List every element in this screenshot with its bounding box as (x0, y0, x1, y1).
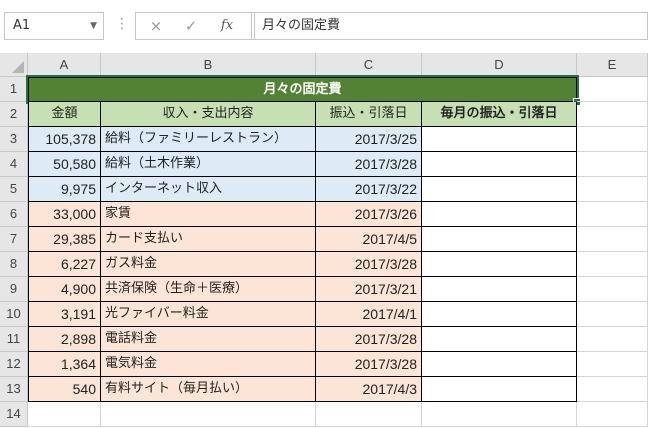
date-cell[interactable]: 2017/3/28 (316, 252, 422, 277)
name-box[interactable]: A1 ▼ (4, 12, 104, 40)
cell-e6[interactable] (577, 202, 648, 227)
amount-cell[interactable]: 4,900 (28, 277, 101, 302)
row-header-1[interactable]: 1 (0, 77, 28, 102)
cell-e5[interactable] (577, 177, 648, 202)
header-date[interactable]: 振込・引落日 (316, 102, 422, 127)
title-cell[interactable]: 月々の固定費 (26, 75, 579, 104)
column-header-c[interactable]: C (316, 53, 422, 77)
date-cell[interactable]: 2017/3/26 (316, 202, 422, 227)
item-cell[interactable]: 給料（ファミリーレストラン） (101, 127, 316, 152)
row-header-13[interactable]: 13 (0, 377, 28, 402)
header-monthly-date[interactable]: 毎月の振込・引落日 (422, 102, 577, 127)
cancel-icon[interactable]: × (141, 12, 171, 40)
monthly-date-cell[interactable] (422, 302, 577, 327)
row-header-4[interactable]: 4 (0, 152, 28, 177)
row-header-9[interactable]: 9 (0, 277, 28, 302)
row-header-8[interactable]: 8 (0, 252, 28, 277)
cell-e8[interactable] (577, 252, 648, 277)
item-cell[interactable]: 光ファイバー料金 (101, 302, 316, 327)
cell-a14[interactable] (28, 402, 101, 427)
cell-e11[interactable] (577, 327, 648, 352)
item-cell[interactable]: ガス料金 (101, 252, 316, 277)
item-cell[interactable]: 共済保険（生命＋医療） (101, 277, 316, 302)
amount-cell[interactable]: 29,385 (28, 227, 101, 252)
date-cell[interactable]: 2017/4/3 (316, 377, 422, 402)
date-cell[interactable]: 2017/4/1 (316, 302, 422, 327)
cell-d14[interactable] (422, 402, 577, 427)
header-amount[interactable]: 金額 (28, 102, 101, 127)
monthly-date-cell[interactable] (422, 352, 577, 377)
cell-e7[interactable] (577, 227, 648, 252)
cell-e10[interactable] (577, 302, 648, 327)
column-header-d[interactable]: D (422, 53, 577, 77)
row-header-14[interactable]: 14 (0, 402, 28, 427)
confirm-icon[interactable]: ✓ (176, 12, 206, 40)
cell-b14[interactable] (101, 402, 316, 427)
item-cell[interactable]: 電気料金 (101, 352, 316, 377)
monthly-date-cell[interactable] (422, 127, 577, 152)
amount-cell[interactable]: 50,580 (28, 152, 101, 177)
cell-e4[interactable] (577, 152, 648, 177)
row-header-12[interactable]: 12 (0, 352, 28, 377)
date-cell[interactable]: 2017/3/22 (316, 177, 422, 202)
item-cell[interactable]: 電話料金 (101, 327, 316, 352)
amount-cell[interactable]: 1,364 (28, 352, 101, 377)
chevron-down-icon[interactable]: ▼ (90, 13, 97, 39)
cell-e2[interactable] (577, 102, 648, 127)
monthly-date-cell[interactable] (422, 377, 577, 402)
cell-c14[interactable] (316, 402, 422, 427)
monthly-date-cell[interactable] (422, 327, 577, 352)
column-header-a[interactable]: A (28, 53, 101, 77)
amount-cell[interactable]: 105,378 (28, 127, 101, 152)
amount-cell[interactable]: 540 (28, 377, 101, 402)
cell-e13[interactable] (577, 377, 648, 402)
amount-cell[interactable]: 33,000 (28, 202, 101, 227)
column-header-e[interactable]: E (577, 53, 648, 77)
date-cell[interactable]: 2017/3/28 (316, 327, 422, 352)
cell-e1[interactable] (577, 77, 648, 102)
date-cell[interactable]: 2017/3/28 (316, 152, 422, 177)
name-box-value: A1 (13, 18, 31, 33)
more-options-icon[interactable]: ⋮ (115, 16, 129, 32)
formula-bar: A1 ▼ ⋮ × ✓ fx 月々の固定費 (0, 0, 648, 52)
formula-input[interactable]: 月々の固定費 (251, 12, 648, 40)
monthly-date-cell[interactable] (422, 277, 577, 302)
item-cell[interactable]: 有料サイト（毎月払い） (101, 377, 316, 402)
item-cell[interactable]: 給料（土木作業） (101, 152, 316, 177)
row-header-10[interactable]: 10 (0, 302, 28, 327)
insert-function-icon[interactable]: fx (212, 12, 242, 40)
select-all-button[interactable] (0, 53, 28, 77)
row-header-5[interactable]: 5 (0, 177, 28, 202)
date-cell[interactable]: 2017/3/25 (316, 127, 422, 152)
date-cell[interactable]: 2017/3/21 (316, 277, 422, 302)
amount-cell[interactable]: 6,227 (28, 252, 101, 277)
item-cell[interactable]: インターネット収入 (101, 177, 316, 202)
header-item[interactable]: 収入・支出内容 (101, 102, 316, 127)
cell-e14[interactable] (577, 402, 648, 427)
column-header-b[interactable]: B (101, 53, 316, 77)
item-cell[interactable]: 家賃 (101, 202, 316, 227)
cell-e9[interactable] (577, 277, 648, 302)
cell-e3[interactable] (577, 127, 648, 152)
monthly-date-cell[interactable] (422, 177, 577, 202)
monthly-date-cell[interactable] (422, 227, 577, 252)
date-cell[interactable]: 2017/4/5 (316, 227, 422, 252)
row-header-7[interactable]: 7 (0, 227, 28, 252)
monthly-date-cell[interactable] (422, 252, 577, 277)
date-cell[interactable]: 2017/3/28 (316, 352, 422, 377)
row-header-3[interactable]: 3 (0, 127, 28, 152)
item-cell[interactable]: カード支払い (101, 227, 316, 252)
row-header-11[interactable]: 11 (0, 327, 28, 352)
cell-e12[interactable] (577, 352, 648, 377)
worksheet-grid: A B C D E 1 2 3 4 5 6 7 8 9 10 11 12 13 … (0, 53, 648, 428)
monthly-date-cell[interactable] (422, 152, 577, 177)
amount-cell[interactable]: 3,191 (28, 302, 101, 327)
row-header-2[interactable]: 2 (0, 102, 28, 127)
row-header-6[interactable]: 6 (0, 202, 28, 227)
amount-cell[interactable]: 2,898 (28, 327, 101, 352)
monthly-date-cell[interactable] (422, 202, 577, 227)
amount-cell[interactable]: 9,975 (28, 177, 101, 202)
